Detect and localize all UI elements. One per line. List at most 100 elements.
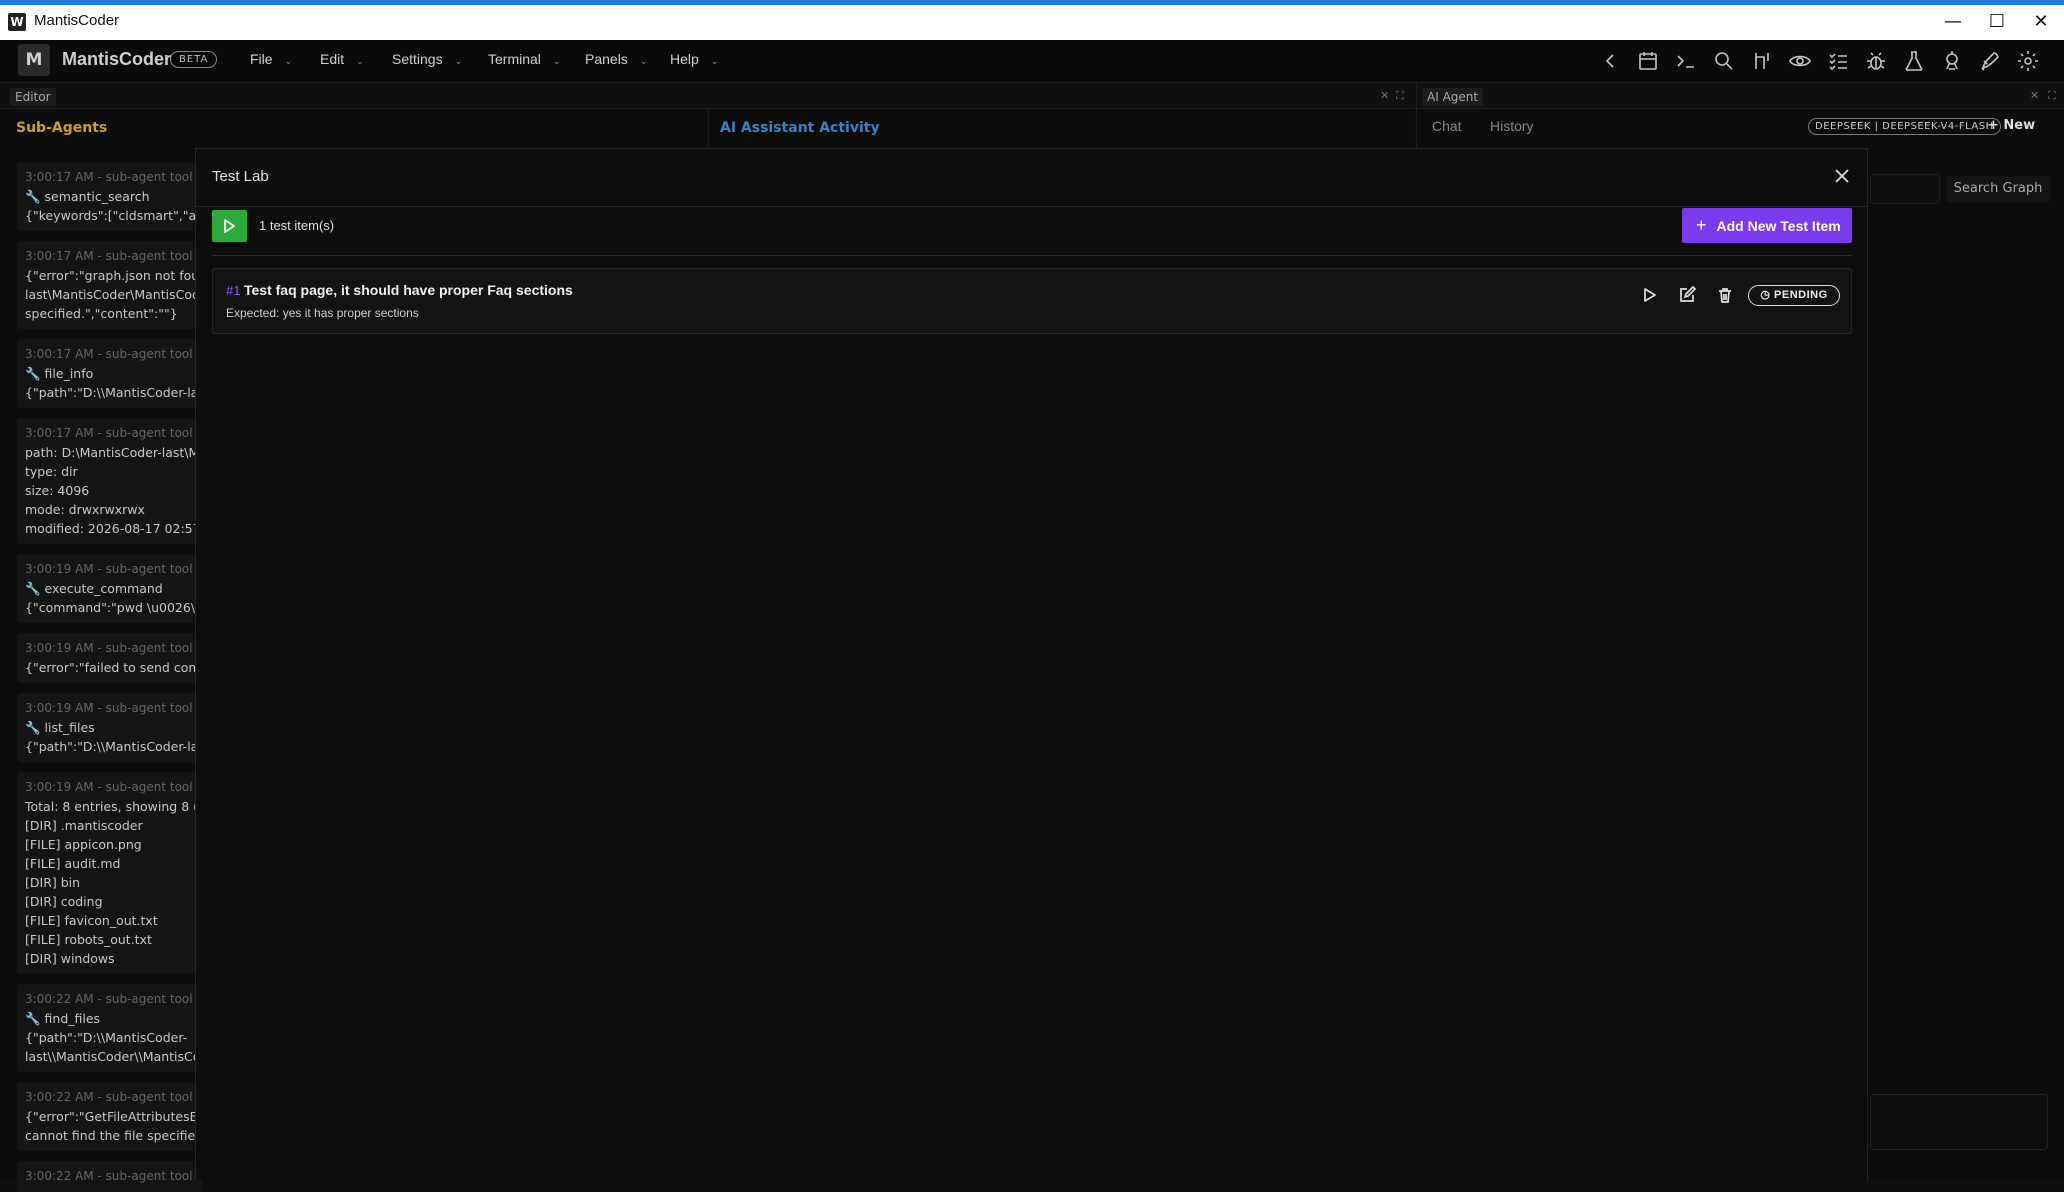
- terminal-icon[interactable]: [1674, 49, 1698, 73]
- menu-terminal[interactable]: Terminal ⌄: [488, 51, 560, 67]
- subagents-title: Sub-Agents: [16, 120, 108, 136]
- log-entry: 3:00:22 AM - sub-agent tool 🔧 find_files {…: [17, 984, 202, 1072]
- log-line: {"command":"pwd \u0026\u00: [25, 600, 202, 615]
- log-entry: 3:00:17 AM - sub-agent tool resu path: D:…: [17, 418, 202, 544]
- editor-expand-icon[interactable]: ⛶: [1396, 89, 1404, 103]
- menu-file-label: File: [250, 51, 273, 67]
- log-timestamp: 3:00:22 AM - sub-agent tool: [25, 992, 193, 1006]
- log-timestamp: 3:00:19 AM - sub-agent tool resu: [25, 780, 202, 794]
- search-icon[interactable]: [1712, 49, 1736, 73]
- log-entry: 3:00:17 AM - sub-agent tool 🔧 file_info {"…: [17, 339, 202, 408]
- brand-name: MantisCoder: [62, 49, 172, 69]
- test-name: Test faq page, it should have proper Faq…: [244, 282, 573, 298]
- log-entry: 3:00:17 AM - sub-agent tool resu {"error"…: [17, 241, 202, 329]
- log-entry: 3:00:19 AM - sub-agent tool 🔧 execute_com…: [17, 554, 202, 623]
- git-icon[interactable]: [1750, 49, 1774, 73]
- test-expected: Expected: yes it has proper sections: [226, 306, 419, 320]
- add-test-item-label: Add New Test Item: [1716, 218, 1841, 234]
- log-line: 🔧 file_info: [25, 366, 94, 381]
- minimize-button[interactable]: —: [1930, 9, 1976, 35]
- log-entry: 3:00:19 AM - sub-agent tool resu Total: 8…: [17, 772, 202, 974]
- eye-icon[interactable]: [1788, 49, 1812, 73]
- test-count: 1 test item(s): [259, 218, 335, 233]
- ai-agent-expand-icon[interactable]: ⛶: [2048, 89, 2056, 103]
- flask-icon[interactable]: [1902, 49, 1926, 73]
- log-entry: 3:00:19 AM - sub-agent tool 🔧 list_files {…: [17, 693, 202, 762]
- menu-panels-label: Panels: [585, 51, 628, 67]
- menu-help-label: Help: [670, 51, 699, 67]
- play-icon[interactable]: [1639, 285, 1659, 305]
- model-badge[interactable]: DEEPSEEK | DEEPSEEK-V4-FLASH: [1808, 118, 2001, 135]
- log-line: cannot find the file specified.": [25, 1128, 202, 1143]
- plus-icon: +: [1696, 215, 1707, 235]
- window-title: MantisCoder: [34, 12, 120, 29]
- log-line: 🔧 list_files: [25, 720, 95, 735]
- editor-close-icon[interactable]: ✕: [1380, 89, 1389, 102]
- log-line: modified: 2026-08-17 02:57:0: [25, 521, 202, 536]
- log-timestamp: 3:00:17 AM - sub-agent tool resu: [25, 249, 202, 263]
- log-line: [DIR] coding: [25, 894, 103, 909]
- log-line: 🔧 semantic_search: [25, 189, 150, 204]
- calendar-icon[interactable]: [1636, 49, 1660, 73]
- menu-panels[interactable]: Panels ⌄: [585, 51, 647, 67]
- checklist-icon[interactable]: [1826, 49, 1850, 73]
- status-badge: ◷ PENDING: [1748, 285, 1840, 306]
- log-line: {"path":"D:\\MantisCoder-last\: [25, 385, 202, 400]
- log-timestamp: 3:00:17 AM - sub-agent tool resu: [25, 426, 202, 440]
- maximize-button[interactable]: ☐: [1974, 9, 2020, 35]
- graph-search-input[interactable]: [1870, 174, 1940, 204]
- back-icon[interactable]: [1598, 49, 1622, 73]
- menu-file[interactable]: File ⌄: [250, 51, 292, 67]
- search-graph-button[interactable]: Search Graph: [1946, 176, 2050, 202]
- log-line: {"path":"D:\\MantisCoder-last\: [25, 739, 202, 754]
- toolbar-divider: [212, 255, 1852, 256]
- log-entry: 3:00:17 AM - sub-agent tool 🔧 semantic_se…: [17, 162, 202, 231]
- brand-logo: M: [18, 44, 50, 76]
- log-line: {"error":"GetFileAttributesEx D: [25, 1109, 202, 1124]
- status-label: PENDING: [1774, 289, 1828, 301]
- trash-icon[interactable]: [1715, 285, 1735, 305]
- log-timestamp: 3:00:22 AM - sub-agent tool resu: [25, 1090, 202, 1104]
- log-line: {"keywords":["cldsmart","audit: [25, 208, 202, 223]
- chevron-down-icon: ⌄: [639, 56, 648, 66]
- log-line: last\MantisCoder\MantisCode: [25, 287, 202, 302]
- log-line: [FILE] appicon.png: [25, 837, 142, 852]
- run-all-button[interactable]: [212, 210, 247, 242]
- bug-icon[interactable]: [1864, 49, 1888, 73]
- log-line: [DIR] .mantiscoder: [25, 818, 143, 833]
- log-line: path: D:\MantisCoder-last\Ma: [25, 445, 202, 460]
- log-line: [DIR] bin: [25, 875, 81, 890]
- menu-edit[interactable]: Edit ⌄: [320, 51, 364, 67]
- log-line: specified.","content":""}: [25, 306, 178, 321]
- menu-settings-label: Settings: [392, 51, 443, 67]
- log-line: mode: drwxrwxrwx: [25, 502, 145, 517]
- log-line: 🔧 execute_command: [25, 581, 163, 596]
- chat-input[interactable]: [1870, 1094, 2048, 1150]
- log-line: 🔧 find_files: [25, 1011, 101, 1026]
- modal-title: Test Lab: [212, 168, 269, 185]
- new-chat-button[interactable]: + New: [1988, 118, 2035, 133]
- gear-icon[interactable]: [2016, 49, 2040, 73]
- ai-agent-panel-header: [1417, 83, 2064, 109]
- log-timestamp: 3:00:22 AM - sub-agent tool: [25, 1169, 193, 1183]
- rocket-icon[interactable]: [1978, 49, 2002, 73]
- menu-help[interactable]: Help ⌄: [670, 51, 718, 67]
- app-icon: W: [8, 13, 26, 31]
- tab-chat[interactable]: Chat: [1432, 118, 1462, 134]
- tab-history[interactable]: History: [1490, 118, 1534, 134]
- chevron-down-icon: ⌄: [284, 56, 293, 66]
- ai-agent-tag: AI Agent: [1422, 88, 1484, 106]
- add-test-item-button[interactable]: + Add New Test Item: [1682, 208, 1852, 243]
- chevron-down-icon: ⌄: [356, 56, 364, 66]
- test-number: #1: [226, 283, 241, 298]
- log-line: last\\MantisCoder\\MantisCo: [25, 1049, 201, 1064]
- log-entry: 3:00:22 AM - sub-agent tool: [17, 1161, 202, 1192]
- edit-icon[interactable]: [1677, 285, 1697, 305]
- ai-agent-close-icon[interactable]: ✕: [2030, 89, 2039, 102]
- bot-icon[interactable]: [1940, 49, 1964, 73]
- menu-settings[interactable]: Settings ⌄: [392, 51, 462, 67]
- close-icon[interactable]: [1832, 166, 1852, 186]
- modal-header-divider: [196, 206, 1867, 207]
- menu-terminal-label: Terminal: [488, 51, 541, 67]
- close-window-button[interactable]: ✕: [2018, 9, 2064, 35]
